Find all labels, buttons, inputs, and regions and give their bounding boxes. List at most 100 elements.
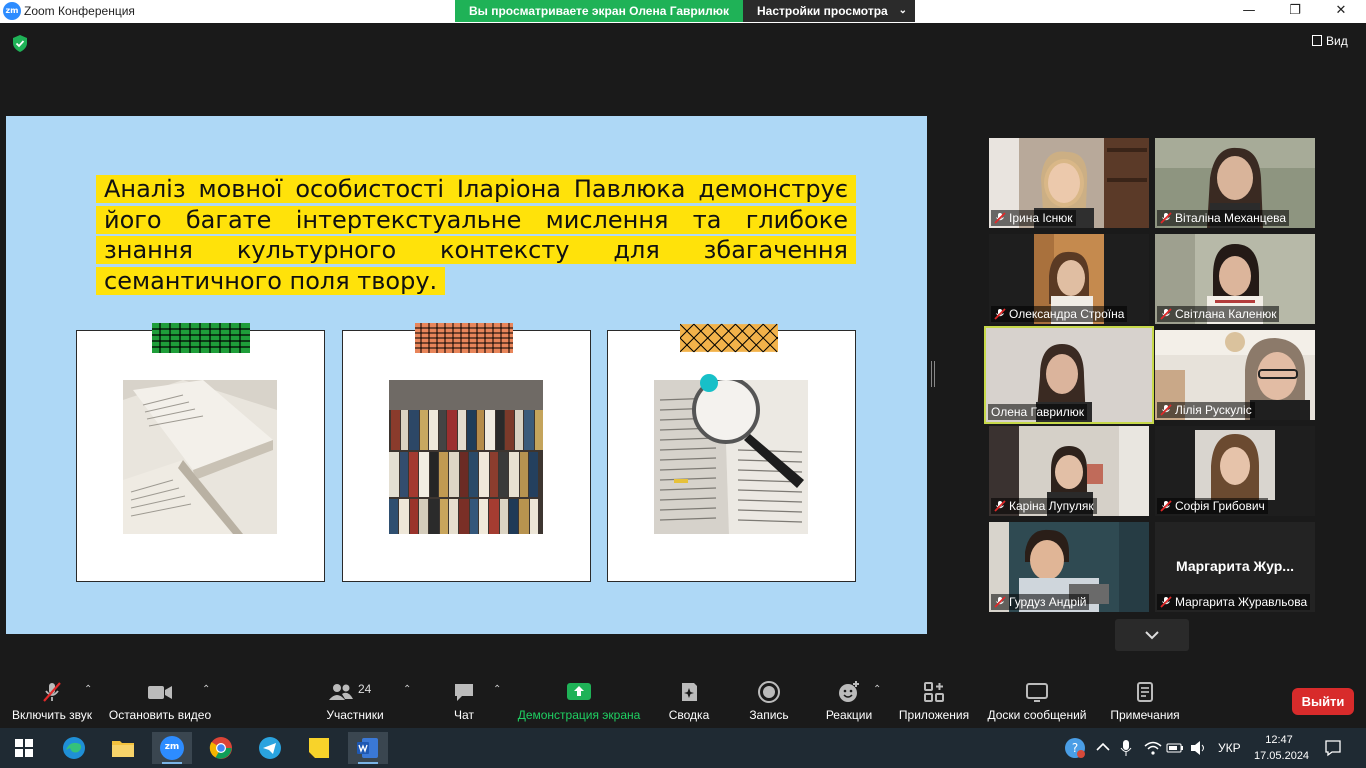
whiteboards-button[interactable]: Доски сообщений [984, 680, 1090, 722]
unmute-label: Включить звук [11, 708, 93, 722]
view-settings-dropdown[interactable]: Настройки просмотра ⌄ [743, 0, 915, 22]
telegram-icon [259, 737, 281, 759]
help-icon[interactable]: ? [1064, 737, 1086, 759]
stop-video-label: Остановить видео [108, 708, 212, 722]
yellow-lattice-tape-icon [680, 323, 778, 353]
grid-view-icon [1312, 35, 1322, 46]
notes-button[interactable]: Примечания [1106, 680, 1184, 722]
zoom-logo-icon: zm [3, 2, 21, 20]
participant-tile[interactable]: Ірина Існюк [989, 138, 1149, 228]
slide-quote-text: Аналіз мовної особистості Іларіона Павлю… [96, 175, 856, 295]
active-app-indicator [358, 762, 378, 764]
muted-mic-icon [994, 308, 1006, 320]
chat-options-caret[interactable]: ⌃ [493, 684, 501, 695]
open-book-photo [123, 380, 277, 534]
windows-logo-icon [15, 739, 33, 757]
participant-name: Ірина Існюк [991, 210, 1076, 226]
view-button-label: Вид [1326, 34, 1348, 48]
screen-share-banner: Вы просматриваете экран Олена Гаврилюк [455, 0, 743, 22]
taskbar-telegram[interactable] [250, 732, 290, 764]
chrome-icon [209, 737, 232, 759]
active-app-indicator [162, 762, 182, 764]
stop-video-button[interactable]: Остановить видео [106, 680, 214, 722]
wifi-icon[interactable] [1144, 740, 1162, 756]
volume-icon[interactable] [1190, 740, 1208, 756]
participant-tile[interactable]: Лілія Рускуліс [1155, 330, 1315, 420]
panel-splitter-handle[interactable] [931, 361, 935, 387]
maximize-button[interactable]: ❐ [1272, 0, 1318, 23]
folder-icon [112, 741, 134, 757]
participant-tile-video-off[interactable]: Маргарита Жур... Маргарита Журавльова [1155, 522, 1315, 612]
view-button[interactable]: Вид [1312, 34, 1348, 48]
whiteboard-icon [1026, 683, 1048, 702]
participant-tile[interactable]: Гурдуз Андрій [989, 522, 1149, 612]
chevron-down-icon [1145, 631, 1159, 640]
reactions-label: Реакции [825, 708, 873, 722]
taskbar-zoom[interactable]: zm [152, 732, 192, 764]
notifications-icon[interactable] [1324, 739, 1342, 757]
security-shield-icon[interactable] [12, 35, 28, 52]
whiteboards-label: Доски сообщений [987, 708, 1087, 722]
active-speaker-tile[interactable]: Олена Гаврилюк [984, 326, 1154, 424]
edge-browser-icon [63, 737, 85, 759]
taskbar-word[interactable] [348, 732, 388, 764]
gallery-next-page-button[interactable] [1115, 619, 1189, 651]
minimize-button[interactable]: — [1226, 0, 1272, 23]
summary-button[interactable]: Сводка [662, 680, 716, 722]
participant-tile[interactable]: Віталіна Механцева [1155, 138, 1315, 228]
share-screen-icon [567, 683, 591, 700]
taskbar-sticky-notes[interactable] [299, 732, 339, 764]
unmute-button[interactable]: Включить звук [8, 680, 96, 722]
window-title: Zoom Конференция [24, 4, 135, 18]
share-screen-button[interactable]: Демонстрация экрана [514, 680, 644, 722]
apps-button[interactable]: Приложения [896, 680, 972, 722]
start-button[interactable] [4, 732, 44, 764]
participant-tile[interactable]: Світлана Каленюк [1155, 234, 1315, 324]
video-options-caret[interactable]: ⌃ [202, 684, 210, 695]
slide-card-2 [342, 323, 591, 582]
participant-name: Віталіна Механцева [1157, 210, 1290, 226]
participant-tile[interactable]: Софія Грибович [1155, 426, 1315, 516]
input-language[interactable]: УКР [1218, 741, 1241, 755]
leave-meeting-button[interactable]: Выйти [1292, 688, 1354, 715]
clock-date: 17.05.2024 [1254, 750, 1310, 762]
participants-options-caret[interactable]: ⌃ [403, 684, 411, 695]
orange-grid-tape-icon [415, 323, 513, 353]
presenter-pointer [700, 374, 718, 392]
apps-icon [924, 682, 944, 702]
audio-options-caret[interactable]: ⌃ [84, 684, 92, 695]
participant-display-name: Маргарита Жур... [1176, 558, 1294, 574]
participant-name: Софія Грибович [1157, 498, 1268, 514]
participant-tile[interactable]: Олександра Строїна [989, 234, 1149, 324]
participant-name: Маргарита Журавльова [1157, 594, 1311, 610]
video-camera-icon [148, 686, 172, 699]
participant-name: Олександра Строїна [991, 306, 1128, 322]
smiley-plus-icon [839, 681, 859, 702]
taskbar-edge[interactable] [54, 732, 94, 764]
taskbar-file-explorer[interactable] [103, 732, 143, 764]
muted-mic-icon [1160, 596, 1172, 608]
taskbar-chrome[interactable] [201, 732, 241, 764]
participants-button[interactable]: 24 Участники [320, 680, 390, 722]
muted-mic-icon [43, 682, 61, 702]
muted-mic-icon [1160, 212, 1172, 224]
battery-icon[interactable] [1166, 742, 1184, 754]
reactions-button[interactable]: Реакции [820, 680, 878, 722]
record-button[interactable]: Запись [744, 680, 794, 722]
reactions-options-caret[interactable]: ⌃ [873, 684, 881, 695]
chat-button[interactable]: Чат [444, 680, 484, 722]
share-screen-label: Демонстрация экрана [517, 708, 641, 722]
notes-label: Примечания [1110, 708, 1180, 722]
microphone-icon[interactable] [1120, 739, 1132, 757]
participant-tile[interactable]: Каріна Лупуляк [989, 426, 1149, 516]
zoom-window: zm Zoom Конференция — ❐ ✕ Вы просматрива… [0, 0, 1366, 768]
participants-icon [329, 684, 353, 700]
summary-sparkle-icon [682, 683, 697, 701]
close-button[interactable]: ✕ [1318, 0, 1364, 23]
chevron-up-icon[interactable] [1096, 741, 1110, 753]
participants-label: Участники [326, 708, 384, 722]
muted-mic-icon [1160, 404, 1172, 416]
muted-mic-icon [994, 596, 1006, 608]
clock[interactable]: 12:47 17.05.2024 [1254, 732, 1310, 764]
notes-icon [1137, 682, 1153, 702]
